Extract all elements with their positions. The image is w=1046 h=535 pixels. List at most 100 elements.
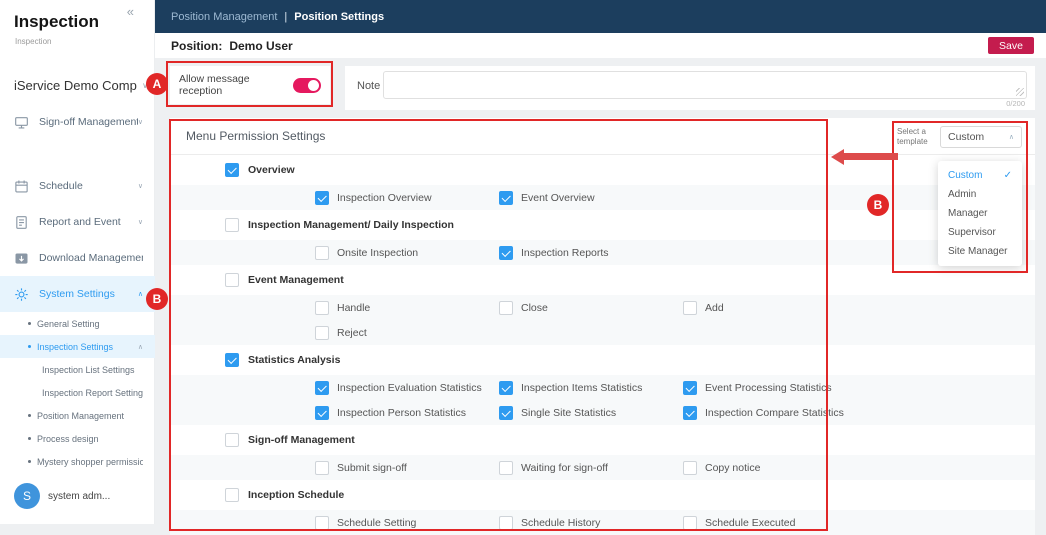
sidebar-subitem-general-setting[interactable]: General Setting	[0, 312, 155, 335]
checkbox-schedule-history[interactable]	[499, 516, 513, 530]
permission-group-row: Sign-off Management	[170, 425, 1035, 455]
sidebar-subitem-position-management[interactable]: Position Management	[0, 404, 155, 427]
note-input[interactable]	[383, 71, 1027, 99]
checkbox-inspection-compare-statistics[interactable]	[683, 406, 697, 420]
checkbox-inspection-overview[interactable]	[315, 191, 329, 205]
checkbox-event-processing-statistics[interactable]	[683, 381, 697, 395]
sidebar-subitem-label: Inspection List Settings	[42, 365, 143, 375]
checkbox-inspection-reports[interactable]	[499, 246, 513, 260]
checkbox-schedule-executed[interactable]	[683, 516, 697, 530]
checkbox-inspection-items-statistics[interactable]	[499, 381, 513, 395]
bullet-icon	[28, 437, 31, 440]
message-reception-toggle[interactable]	[293, 78, 321, 93]
sidebar-item-sign-off-management[interactable]: Sign-off Management∨	[0, 104, 155, 140]
permission-item-label: Schedule History	[521, 517, 600, 529]
note-label: Note	[357, 80, 380, 92]
template-option-site-manager[interactable]: Site Manager	[938, 242, 1022, 261]
sidebar-subitem-inspection-list-settings[interactable]: Inspection List Settings	[0, 358, 155, 381]
permission-group-row: Inspection Management/ Daily Inspection	[170, 210, 1035, 240]
template-option-manager[interactable]: Manager	[938, 204, 1022, 223]
breadcrumb-position-settings: Position Settings	[294, 11, 384, 23]
sidebar-menu: Sign-off Management∨ Schedule∨Report and …	[0, 104, 155, 312]
bullet-icon	[28, 460, 31, 463]
permission-item: Schedule History	[499, 516, 683, 530]
template-select-value: Custom	[948, 131, 984, 143]
sidebar-subitem-process-design[interactable]: Process design	[0, 427, 155, 450]
permission-group-label: Statistics Analysis	[248, 354, 340, 366]
permission-item: Inspection Evaluation Statistics	[315, 381, 499, 395]
permission-item: Inspection Person Statistics	[315, 406, 499, 420]
company-selector[interactable]: iService Demo Comp	[14, 78, 148, 93]
checkbox-event-management[interactable]	[225, 273, 239, 287]
permission-item-label: Schedule Executed	[705, 517, 795, 529]
collapse-sidebar-icon[interactable]	[127, 4, 134, 19]
sidebar-subitem-inspection-settings[interactable]: Inspection Settings∧	[0, 335, 155, 358]
user-account[interactable]: S system adm...	[14, 483, 110, 509]
checkbox-inception-schedule[interactable]	[225, 488, 239, 502]
sidebar-subitem-mystery-shopper-permissions[interactable]: Mystery shopper permissions	[0, 450, 155, 473]
bullet-icon	[28, 322, 31, 325]
template-option-supervisor[interactable]: Supervisor	[938, 223, 1022, 242]
sidebar-subitem-label: General Setting	[37, 319, 143, 329]
chevron-down-icon: ∨	[138, 118, 143, 126]
checkbox-onsite-inspection[interactable]	[315, 246, 329, 260]
template-select[interactable]: Custom	[940, 126, 1022, 148]
checkbox-event-overview[interactable]	[499, 191, 513, 205]
sidebar-subitem-inspection-report-settings[interactable]: Inspection Report Settings	[0, 381, 155, 404]
menu-permission-panel: Menu Permission Settings OverviewInspect…	[170, 118, 1035, 528]
permission-item-label: Single Site Statistics	[521, 407, 616, 419]
checkbox-overview[interactable]	[225, 163, 239, 177]
save-button[interactable]: Save	[988, 37, 1034, 54]
checkbox-waiting-for-sign-off[interactable]	[499, 461, 513, 475]
app-title: Inspection	[14, 12, 99, 32]
checkbox-single-site-statistics[interactable]	[499, 406, 513, 420]
checkbox-inspection-evaluation-statistics[interactable]	[315, 381, 329, 395]
permission-group-row: Statistics Analysis	[170, 345, 1035, 375]
sidebar-subitem-label: Position Management	[37, 411, 143, 421]
avatar: S	[14, 483, 40, 509]
permission-child-row: Schedule Setting Schedule History Schedule…	[170, 510, 1035, 535]
breadcrumb-position-management[interactable]: Position Management	[171, 11, 277, 23]
permission-group-label: Sign-off Management	[248, 434, 355, 446]
permission-item-label: Schedule Setting	[337, 517, 416, 529]
permission-children: Inspection Evaluation StatisticsInspecti…	[170, 375, 1035, 425]
checkbox-inspection-management-daily-inspection[interactable]	[225, 218, 239, 232]
permission-item-label: Onsite Inspection	[337, 247, 418, 259]
permission-group-label: Inspection Management/ Daily Inspection	[248, 219, 454, 231]
checkbox-inspection-person-statistics[interactable]	[315, 406, 329, 420]
checkbox-sign-off-management[interactable]	[225, 433, 239, 447]
template-option-admin[interactable]: Admin	[938, 185, 1022, 204]
sidebar-item-system-settings[interactable]: System Settings∧	[0, 276, 155, 312]
permission-item: Schedule Setting	[315, 516, 499, 530]
checkbox-statistics-analysis[interactable]	[225, 353, 239, 367]
checkbox-close[interactable]	[499, 301, 513, 315]
permission-item-label: Reject	[337, 327, 367, 339]
position-value: Demo User	[229, 39, 292, 53]
permission-item: Submit sign-off	[315, 461, 499, 475]
permission-item: Reject	[315, 326, 499, 340]
permission-item: Inspection Items Statistics	[499, 381, 683, 395]
position-label: Position:	[171, 39, 222, 53]
permission-item: Waiting for sign-off	[499, 461, 683, 475]
template-option-custom[interactable]: Custom✓	[938, 166, 1022, 185]
checkbox-submit-sign-off[interactable]	[315, 461, 329, 475]
sidebar-item-report-and-event[interactable]: Report and Event∨	[0, 204, 155, 240]
company-name: iService Demo Comp	[14, 78, 140, 93]
checkbox-copy-notice[interactable]	[683, 461, 697, 475]
checkbox-handle[interactable]	[315, 301, 329, 315]
template-option-label: Site Manager	[948, 246, 1007, 257]
sidebar-item-label: Download Management	[39, 252, 143, 264]
user-name: system adm...	[48, 491, 110, 502]
bullet-icon	[28, 414, 31, 417]
permission-item: Close	[499, 301, 683, 315]
sidebar-item-download-management[interactable]: Download Management	[0, 240, 155, 276]
checkbox-reject[interactable]	[315, 326, 329, 340]
checkbox-schedule-setting[interactable]	[315, 516, 329, 530]
sidebar-item-schedule[interactable]: Schedule∨	[0, 168, 155, 204]
message-reception-panel: Allow message reception	[170, 66, 330, 104]
sidebar-item-label: Sign-off Management	[39, 116, 138, 128]
sidebar-nav: Sign-off Management∨ Schedule∨Report and …	[0, 104, 155, 473]
permission-group-row: Inception Schedule	[170, 480, 1035, 510]
permission-item-label: Inspection Compare Statistics	[705, 407, 844, 419]
checkbox-add[interactable]	[683, 301, 697, 315]
